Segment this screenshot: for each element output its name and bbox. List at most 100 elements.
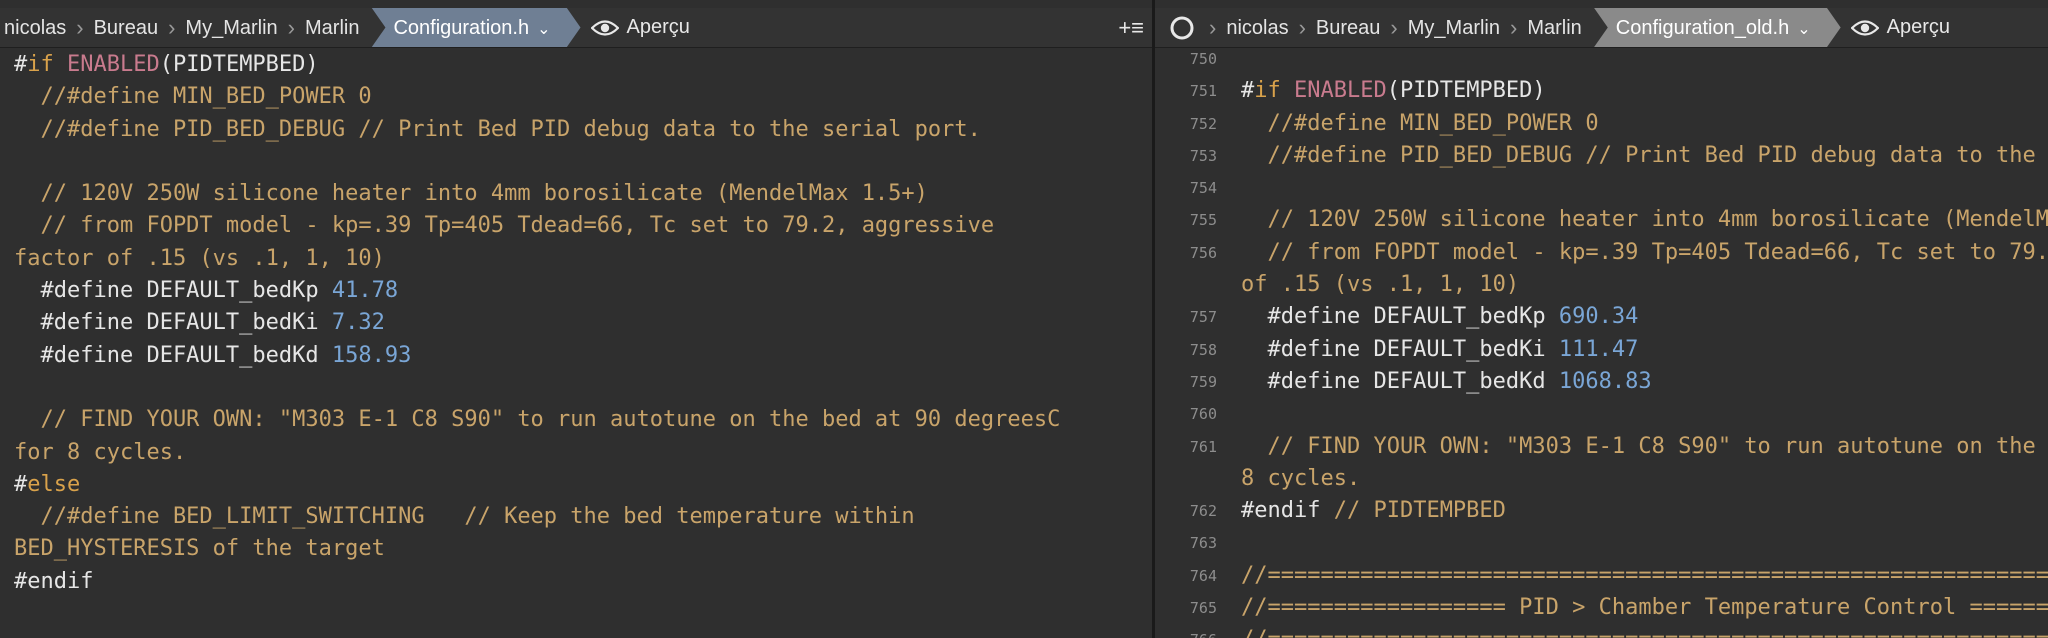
chevron-down-icon: ⌄ [537,20,551,38]
code-line: of .15 (vs .1, 1, 10) [1155,269,2048,301]
chevron-right-icon: › [287,14,295,40]
code-line: 8 cycles. [1155,463,2048,495]
chevron-right-icon: › [76,14,84,40]
code-line: 755 // 120V 250W silicone heater into 4m… [1155,204,2048,236]
code-token: #endif [1241,498,1321,524]
code-token: 111.47 [1558,336,1639,362]
breadcrumb-item[interactable]: nicolas [1220,8,1294,47]
breadcrumb-item[interactable]: My_Marlin [1402,8,1506,47]
code-line: //#define BED_LIMIT_SWITCHING // Keep th… [14,501,1152,533]
code-line: 754 [1155,172,2048,204]
active-file-tab[interactable]: Configuration.h ⌄ [371,8,580,48]
code-line: 756 // from FOPDT model - kp=.39 Tp=405 … [1155,237,2048,269]
code-token: BED_HYSTERESIS of the target [14,536,385,562]
code-editor-left[interactable]: #if ENABLED(PIDTEMPBED) //#define MIN_BE… [0,49,1152,638]
code-line: //#define MIN_BED_POWER 0 [14,81,1152,113]
code-token: if [1254,78,1281,104]
code-line: #endif [14,566,1152,598]
code-editor-right[interactable]: 750 751 #if ENABLED(PIDTEMPBED) 752 //#def… [1155,43,2048,638]
preview-button[interactable]: Aperçu [1850,16,1951,39]
code-line: 763 [1155,527,2048,559]
line-number: 759 [1189,372,1217,391]
line-number: 750 [1189,50,1217,68]
breadcrumb-item[interactable]: Bureau [88,8,165,47]
code-line: 766 //===================================… [1155,624,2048,638]
code-token: //================== PID > Chamber Tempe… [1241,595,2048,621]
code-line: 757 #define DEFAULT_bedKp 690.34 [1155,301,2048,333]
code-line: 752 //#define MIN_BED_POWER 0 [1155,108,2048,140]
editor-pane-left: nicolas › Bureau › My_Marlin › Marlin Co… [0,0,1152,638]
code-token: 8 cycles. [1241,465,1361,491]
code-token: (PIDTEMPBED) [1386,78,1546,104]
line-number: 764 [1189,566,1217,585]
code-token: // from FOPDT model - kp=.39 Tp=405 Tdea… [1267,239,2048,265]
breadcrumb-item[interactable]: nicolas [0,8,72,47]
line-number: 757 [1189,308,1217,327]
code-line: #define DEFAULT_bedKd 158.93 [14,340,1152,372]
code-token: // 120V 250W silicone heater into 4mm bo… [14,181,928,207]
line-number: 758 [1189,340,1217,359]
code-line: //#define PID_BED_DEBUG // Print Bed PID… [14,114,1152,146]
code-token: # [14,52,28,77]
code-token: # [14,471,28,497]
code-token: if [27,52,54,77]
line-number: 762 [1189,502,1217,521]
code-token: ENABLED [1294,78,1387,104]
code-line: // from FOPDT model - kp=.39 Tp=405 Tdea… [14,210,1152,242]
code-line: 751 #if ENABLED(PIDTEMPBED) [1155,75,2048,107]
line-number: 766 [1155,624,1217,638]
code-token: #endif [14,568,94,594]
code-token: 690.34 [1558,304,1639,330]
code-line: #define DEFAULT_bedKi 7.32 [14,307,1152,339]
code-token: #define DEFAULT_bedKp [14,278,332,304]
code-token: (PIDTEMPBED) [159,52,319,77]
code-line: 760 [1155,398,2048,430]
breadcrumb-item[interactable]: My_Marlin [179,8,283,47]
preview-label: Aperçu [626,16,690,38]
breadcrumb-item[interactable]: Bureau [1310,8,1387,47]
code-token: // PIDTEMPBED [1320,498,1506,524]
code-token: #define DEFAULT_bedKd [1241,368,1559,394]
code-line: for 8 cycles. [14,437,1152,469]
code-token: else [27,471,81,497]
circle-toggle-icon[interactable] [1169,15,1195,41]
code-token: 7.32 [331,310,385,336]
code-token: #define DEFAULT_bedKi [14,310,332,336]
code-token: # [1241,78,1255,104]
code-token: //======================================… [1241,562,2048,588]
code-token: // from FOPDT model - kp=.39 Tp=405 Tdea… [14,213,995,239]
code-token: #define DEFAULT_bedKi [1241,336,1559,362]
chevron-right-icon: › [1209,14,1217,40]
code-line: 762 #endif // PIDTEMPBED [1155,495,2048,527]
line-number: 755 [1189,211,1217,230]
eye-icon [1850,19,1879,36]
line-number: 761 [1189,437,1217,456]
code-token: //#define BED_LIMIT_SWITCHING // Keep th… [14,504,915,530]
code-token: // FIND YOUR OWN: "M303 E-1 C8 S90" to r… [14,407,1061,433]
preview-label: Aperçu [1886,16,1951,38]
code-line: 758 #define DEFAULT_bedKi 111.47 [1155,334,2048,366]
code-token: ENABLED [67,52,160,77]
breadcrumb-item[interactable]: Marlin [1521,8,1587,47]
add-split-button[interactable]: +≡ [1118,8,1144,47]
preview-button[interactable]: Aperçu [590,16,690,39]
chevron-right-icon: › [1510,14,1518,40]
code-token: //#define PID_BED_DEBUG // Print Bed PID… [14,116,981,142]
editor-pane-right: › nicolas › Bureau › My_Marlin › Marlin … [1155,0,2048,638]
active-file-tab[interactable]: Configuration_old.h ⌄ [1594,8,1841,48]
line-number: 763 [1189,534,1217,553]
code-token: // FIND YOUR OWN: "M303 E-1 C8 S90" to r… [1267,433,2036,459]
code-token: //#define MIN_BED_POWER 0 [14,84,372,110]
chevron-right-icon: › [1298,14,1306,40]
chevron-right-icon: › [1390,14,1398,40]
code-line: 765 //================== PID > Chamber Te… [1155,592,2048,624]
code-line: 759 #define DEFAULT_bedKd 1068.83 [1155,366,2048,398]
code-line: BED_HYSTERESIS of the target [14,533,1152,565]
code-line: // FIND YOUR OWN: "M303 E-1 C8 S90" to r… [14,404,1152,436]
breadcrumb-bar-left: nicolas › Bureau › My_Marlin › Marlin Co… [0,8,1152,48]
breadcrumb-item[interactable]: Marlin [299,8,365,47]
